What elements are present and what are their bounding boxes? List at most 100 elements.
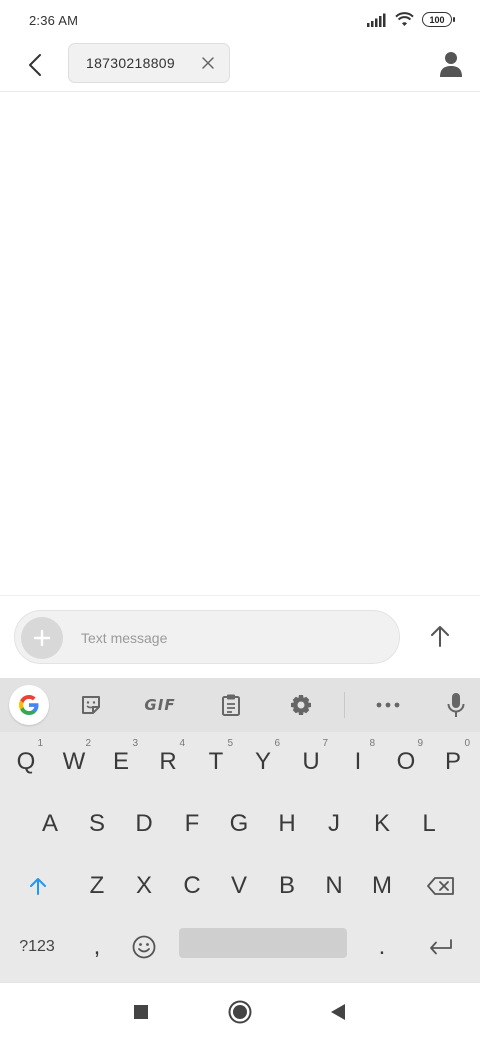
emoji-icon bbox=[132, 935, 156, 959]
key-label: B bbox=[278, 872, 295, 899]
message-list[interactable] bbox=[0, 92, 480, 595]
key-label: P bbox=[444, 748, 461, 775]
sticker-button[interactable] bbox=[71, 685, 111, 725]
close-icon[interactable] bbox=[201, 56, 215, 70]
key-hint: 2 bbox=[85, 738, 91, 749]
key-hint: 7 bbox=[322, 738, 328, 749]
gif-label: GIF bbox=[144, 696, 176, 714]
send-button[interactable] bbox=[420, 616, 460, 656]
gif-button[interactable]: GIF bbox=[140, 685, 180, 725]
key-t[interactable]: 5T bbox=[193, 734, 239, 790]
recipient-chip[interactable]: 18730218809 bbox=[68, 43, 230, 83]
key-a[interactable]: A bbox=[27, 796, 73, 852]
system-nav-bar bbox=[0, 982, 480, 1040]
more-button[interactable] bbox=[368, 685, 408, 725]
key-hint: 1 bbox=[37, 738, 43, 749]
nav-back-button[interactable] bbox=[323, 997, 353, 1027]
key-label: T bbox=[208, 748, 224, 775]
attach-button[interactable] bbox=[21, 617, 63, 659]
enter-key[interactable] bbox=[418, 919, 464, 975]
key-label: D bbox=[135, 810, 153, 837]
status-bar: 2:36 AM 100 bbox=[0, 0, 480, 42]
key-label: M bbox=[372, 872, 392, 899]
key-k[interactable]: K bbox=[359, 796, 405, 852]
sticker-icon bbox=[82, 696, 100, 714]
wifi-icon bbox=[395, 12, 414, 26]
conversation-header: 18730218809 bbox=[0, 42, 480, 92]
key-label: H bbox=[278, 810, 296, 837]
key-j[interactable]: J bbox=[311, 796, 357, 852]
message-input[interactable] bbox=[81, 623, 381, 653]
key-v[interactable]: V bbox=[216, 858, 262, 914]
status-time: 2:36 AM bbox=[29, 13, 79, 28]
status-icons: 100 bbox=[367, 12, 455, 27]
key-z[interactable]: Z bbox=[74, 858, 120, 914]
space-key[interactable] bbox=[179, 928, 347, 958]
key-label: J bbox=[328, 810, 340, 837]
shift-key[interactable] bbox=[15, 858, 61, 914]
key-o[interactable]: 9O bbox=[383, 734, 429, 790]
comma-key[interactable]: , bbox=[74, 919, 120, 975]
recents-button[interactable] bbox=[126, 997, 156, 1027]
key-label: Y bbox=[254, 748, 271, 775]
key-m[interactable]: M bbox=[359, 858, 405, 914]
key-l[interactable]: L bbox=[406, 796, 452, 852]
key-p[interactable]: 0P bbox=[430, 734, 476, 790]
person-icon[interactable] bbox=[438, 50, 464, 78]
square-icon bbox=[134, 1005, 148, 1019]
settings-button[interactable] bbox=[281, 685, 321, 725]
key-row-1: 1Q 2W 3E 4R 5T 6Y 7U 8I 9O 0P bbox=[0, 734, 480, 794]
battery-level: 100 bbox=[429, 14, 445, 25]
key-n[interactable]: N bbox=[311, 858, 357, 914]
key-y[interactable]: 6Y bbox=[240, 734, 286, 790]
symbols-key[interactable]: ?123 bbox=[14, 919, 60, 975]
key-label: R bbox=[159, 748, 177, 775]
toolbar-divider bbox=[344, 692, 345, 718]
key-label: V bbox=[230, 872, 247, 899]
key-u[interactable]: 7U bbox=[288, 734, 334, 790]
key-i[interactable]: 8I bbox=[335, 734, 381, 790]
key-label: C bbox=[183, 872, 201, 899]
key-q[interactable]: 1Q bbox=[3, 734, 49, 790]
key-label: K bbox=[373, 810, 390, 837]
emoji-key[interactable] bbox=[121, 919, 167, 975]
period-key[interactable]: . bbox=[359, 919, 405, 975]
key-label: W bbox=[62, 748, 86, 775]
key-row-2: A S D F G H J K L bbox=[0, 796, 480, 856]
recipient-number: 18730218809 bbox=[86, 55, 175, 71]
clipboard-icon bbox=[222, 694, 240, 716]
key-r[interactable]: 4R bbox=[145, 734, 191, 790]
key-hint: 4 bbox=[179, 738, 185, 749]
backspace-key[interactable] bbox=[418, 858, 464, 914]
compose-field[interactable] bbox=[14, 610, 400, 664]
battery-icon: 100 bbox=[422, 12, 455, 27]
back-button[interactable] bbox=[18, 48, 52, 82]
key-e[interactable]: 3E bbox=[98, 734, 144, 790]
keyboard-toolbar: GIF bbox=[0, 678, 480, 732]
compose-bar bbox=[0, 595, 480, 678]
key-label: . bbox=[378, 933, 386, 960]
key-row-3: Z X C V B N M bbox=[0, 858, 480, 918]
key-label: L bbox=[422, 810, 436, 837]
key-hint: 3 bbox=[132, 738, 138, 749]
home-button[interactable] bbox=[225, 997, 255, 1027]
key-c[interactable]: C bbox=[169, 858, 215, 914]
key-f[interactable]: F bbox=[169, 796, 215, 852]
key-g[interactable]: G bbox=[216, 796, 262, 852]
key-d[interactable]: D bbox=[121, 796, 167, 852]
key-b[interactable]: B bbox=[264, 858, 310, 914]
arrow-up-icon bbox=[431, 626, 449, 647]
key-h[interactable]: H bbox=[264, 796, 310, 852]
back-arrow-icon bbox=[29, 54, 41, 76]
key-w[interactable]: 2W bbox=[51, 734, 97, 790]
clipboard-button[interactable] bbox=[211, 685, 251, 725]
backspace-icon bbox=[427, 877, 454, 895]
google-icon[interactable] bbox=[9, 685, 49, 725]
key-x[interactable]: X bbox=[121, 858, 167, 914]
voice-input-button[interactable] bbox=[436, 685, 476, 725]
key-s[interactable]: S bbox=[74, 796, 120, 852]
signal-icon bbox=[367, 13, 386, 27]
more-icon bbox=[376, 702, 400, 708]
key-label: E bbox=[112, 748, 129, 775]
microphone-icon bbox=[447, 693, 465, 717]
